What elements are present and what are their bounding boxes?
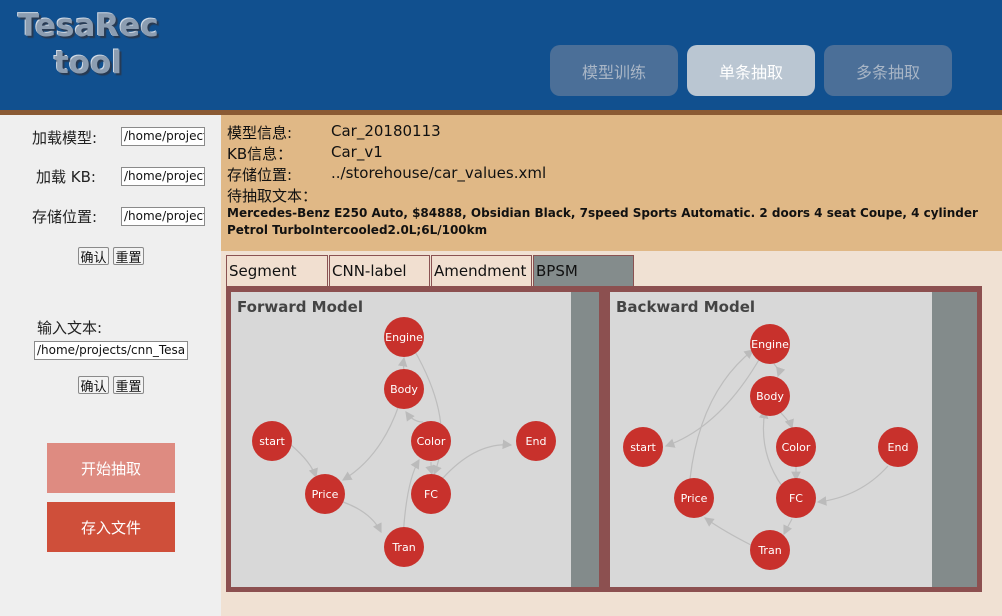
node-label-color: Color bbox=[417, 435, 446, 448]
edge-fc-end bbox=[442, 439, 513, 479]
tab-cnn-label[interactable]: CNN-label bbox=[329, 255, 430, 286]
reset-input-button[interactable]: 重置 bbox=[113, 376, 144, 395]
edge-fc-tran bbox=[783, 518, 793, 536]
nav-model-training-button[interactable]: 模型训练 bbox=[550, 45, 678, 96]
load-kb-label: 加载 KB: bbox=[36, 168, 96, 186]
store-location-label: 存储位置: bbox=[32, 208, 98, 226]
input-text-field[interactable]: /home/projects/cnn_Tesa bbox=[34, 341, 188, 360]
app-logo: TesaRec tool bbox=[18, 8, 159, 82]
forward-graph: Engine Body start Color End Price FC Tra… bbox=[252, 317, 556, 567]
backward-scrollbar[interactable] bbox=[932, 292, 977, 587]
node-label-tran: Tran bbox=[391, 541, 415, 554]
edge-color-body bbox=[405, 411, 424, 423]
model-info-value: Car_20180113 bbox=[331, 122, 441, 140]
header-bar: TesaRec tool 模型训练 单条抽取 多条抽取 bbox=[0, 0, 1002, 110]
node-label-body: Body bbox=[756, 390, 784, 403]
node-label-start: start bbox=[259, 435, 285, 448]
confirm-button[interactable]: 确认 bbox=[78, 247, 109, 266]
edge-start-price bbox=[290, 444, 318, 479]
tab-segment[interactable]: Segment bbox=[226, 255, 328, 286]
logo-line2: tool bbox=[53, 45, 123, 81]
load-model-field[interactable]: /home/projects bbox=[121, 127, 205, 146]
node-label-price: Price bbox=[312, 488, 339, 501]
kb-info-label: KB信息： bbox=[227, 145, 293, 163]
backward-model-panel: Backward Model Engine Body start Color E… bbox=[610, 292, 932, 587]
node-label-body: Body bbox=[390, 383, 418, 396]
node-label-end: End bbox=[526, 435, 547, 448]
node-label-price: Price bbox=[681, 492, 708, 505]
nav-single-extract-button[interactable]: 单条抽取 bbox=[687, 45, 815, 96]
node-label-end: End bbox=[888, 441, 909, 454]
node-label-fc: FC bbox=[424, 488, 438, 501]
store-info-value: ../storehouse/car_values.xml bbox=[331, 164, 547, 182]
edge-engine-start bbox=[664, 357, 761, 448]
backward-graph: Engine Body start Color End Price FC Tra… bbox=[623, 324, 918, 570]
kb-info-value: Car_v1 bbox=[331, 143, 383, 161]
edge-color-fc bbox=[425, 461, 435, 476]
edge-tran-price bbox=[704, 517, 754, 547]
tab-bar: Segment CNN-label Amendment BPSM bbox=[226, 255, 635, 286]
store-info-label: 存储位置: bbox=[227, 166, 293, 184]
reset-button[interactable]: 重置 bbox=[113, 247, 144, 266]
tab-bpsm[interactable]: BPSM bbox=[533, 255, 634, 286]
node-label-engine: Engine bbox=[751, 338, 789, 351]
node-label-tran: Tran bbox=[757, 544, 781, 557]
node-label-start: start bbox=[630, 441, 656, 454]
pending-text-value: Mercedes-Benz E250 Auto, $84888, Obsidia… bbox=[227, 206, 978, 237]
forward-scrollbar[interactable] bbox=[571, 292, 599, 587]
save-to-file-button[interactable]: 存入文件 bbox=[47, 502, 175, 552]
node-label-color: Color bbox=[782, 441, 811, 454]
edge-body-price bbox=[341, 404, 400, 481]
tab-amendment[interactable]: Amendment bbox=[431, 255, 532, 286]
start-extract-button[interactable]: 开始抽取 bbox=[47, 443, 175, 493]
edge-engine-body bbox=[773, 363, 786, 378]
load-kb-field[interactable]: /home/projects bbox=[121, 167, 205, 186]
model-info-label: 模型信息: bbox=[227, 124, 293, 142]
edge-body-color bbox=[779, 411, 794, 430]
input-text-label: 输入文本: bbox=[37, 319, 103, 337]
edge-end-fc bbox=[816, 465, 889, 506]
edge-price-engine bbox=[689, 349, 754, 480]
nav-multi-extract-button[interactable]: 多条抽取 bbox=[824, 45, 952, 96]
store-location-field[interactable]: /home/projects bbox=[121, 207, 205, 226]
panel-divider bbox=[599, 292, 610, 587]
graph-container: Forward Model Engine Body start Color En… bbox=[226, 286, 982, 592]
load-model-label: 加载模型: bbox=[32, 129, 98, 147]
edge-price-tran bbox=[342, 501, 382, 534]
app-window: TesaRec tool 模型训练 单条抽取 多条抽取 加载模型: /home/… bbox=[0, 0, 1002, 616]
node-label-fc: FC bbox=[789, 492, 803, 505]
logo-line1: TesaRec bbox=[18, 8, 159, 44]
pending-text-label: 待抽取文本： bbox=[227, 187, 318, 205]
confirm-input-button[interactable]: 确认 bbox=[78, 376, 109, 395]
node-label-engine: Engine bbox=[385, 331, 423, 344]
forward-model-panel: Forward Model Engine Body start Color En… bbox=[231, 292, 571, 587]
